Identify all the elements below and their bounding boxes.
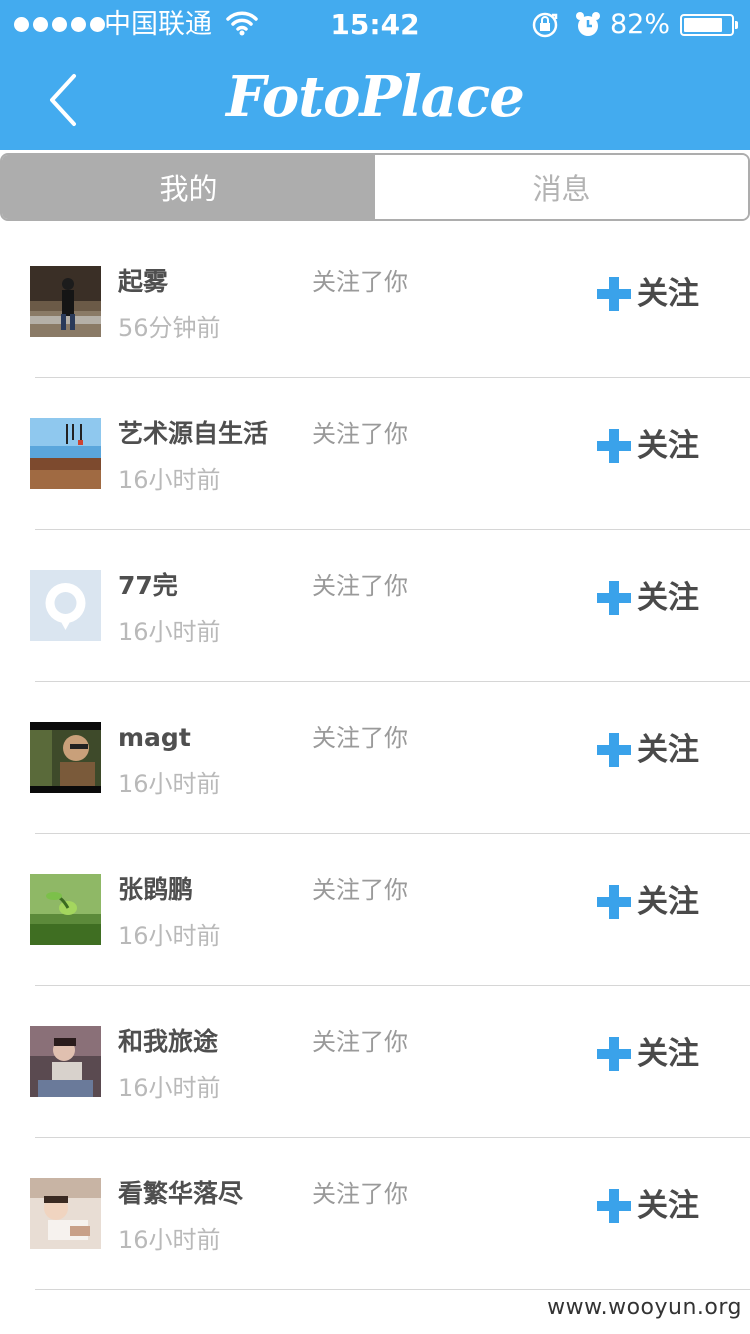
avatar[interactable]	[30, 722, 101, 793]
battery-percent: 82%	[610, 9, 671, 40]
tab-messages[interactable]: 消息	[375, 155, 748, 219]
follow-button[interactable]: 关注	[597, 1034, 699, 1074]
plus-icon	[597, 277, 631, 311]
user-name[interactable]: 张鹍鹏	[118, 872, 193, 908]
follow-button[interactable]: 关注	[597, 274, 699, 314]
follow-label: 关注	[637, 1188, 699, 1224]
watermark: www.wooyun.org	[547, 1295, 742, 1320]
follow-button[interactable]: 关注	[597, 730, 699, 770]
action-text: 关注了你	[312, 876, 408, 904]
follow-label: 关注	[637, 428, 699, 464]
action-text: 关注了你	[312, 572, 408, 600]
list-item[interactable]: 和我旅途 16小时前 关注了你 关注	[0, 986, 750, 1138]
status-bar: 中国联通 15:42 82%	[0, 0, 750, 50]
time-ago: 16小时前	[118, 618, 221, 646]
follow-button[interactable]: 关注	[597, 882, 699, 922]
time-ago: 16小时前	[118, 770, 221, 798]
user-name[interactable]: magt	[118, 720, 191, 756]
time-ago: 16小时前	[118, 1074, 221, 1102]
action-text: 关注了你	[312, 724, 408, 752]
follow-label: 关注	[637, 276, 699, 312]
plus-icon	[597, 581, 631, 615]
follow-label: 关注	[637, 884, 699, 920]
time-ago: 56分钟前	[118, 314, 221, 342]
list-item[interactable]: 起雾 56分钟前 关注了你 关注	[0, 226, 750, 378]
avatar[interactable]	[30, 874, 101, 945]
follow-label: 关注	[637, 580, 699, 616]
time-ago: 16小时前	[118, 922, 221, 950]
follow-label: 关注	[637, 732, 699, 768]
action-text: 关注了你	[312, 268, 408, 296]
user-name[interactable]: 77完	[118, 568, 178, 604]
avatar[interactable]	[30, 1178, 101, 1249]
list-item[interactable]: 看繁华落尽 16小时前 关注了你 关注	[0, 1138, 750, 1290]
tab-mine[interactable]: 我的	[2, 155, 375, 219]
follow-button[interactable]: 关注	[597, 578, 699, 618]
plus-icon	[597, 429, 631, 463]
rotation-lock-icon	[530, 11, 560, 43]
plus-icon	[597, 885, 631, 919]
plus-icon	[597, 733, 631, 767]
plus-icon	[597, 1037, 631, 1071]
list-item[interactable]: 艺术源自生活 16小时前 关注了你 关注	[0, 378, 750, 530]
avatar[interactable]	[30, 418, 101, 489]
list-item[interactable]: magt 16小时前 关注了你 关注	[0, 682, 750, 834]
follow-label: 关注	[637, 1036, 699, 1072]
follower-list: 起雾 56分钟前 关注了你 关注 艺术源自生活 16小时前 关注了你 关注 77…	[0, 226, 750, 1290]
list-item[interactable]: 张鹍鹏 16小时前 关注了你 关注	[0, 834, 750, 986]
list-item[interactable]: 77完 16小时前 关注了你 关注	[0, 530, 750, 682]
plus-icon	[597, 1189, 631, 1223]
action-text: 关注了你	[312, 1028, 408, 1056]
user-name[interactable]: 看繁华落尽	[118, 1176, 243, 1212]
alarm-icon	[574, 11, 602, 43]
app-logo: FotoPlace	[226, 64, 525, 130]
avatar[interactable]	[30, 1026, 101, 1097]
follow-button[interactable]: 关注	[597, 1186, 699, 1226]
follow-button[interactable]: 关注	[597, 426, 699, 466]
time-ago: 16小时前	[118, 1226, 221, 1254]
avatar[interactable]	[30, 570, 101, 641]
action-text: 关注了你	[312, 420, 408, 448]
time-ago: 16小时前	[118, 466, 221, 494]
user-name[interactable]: 和我旅途	[118, 1024, 218, 1060]
avatar[interactable]	[30, 266, 101, 337]
user-name[interactable]: 起雾	[118, 264, 168, 300]
default-avatar-icon	[30, 570, 101, 641]
action-text: 关注了你	[312, 1180, 408, 1208]
battery-icon	[680, 14, 738, 36]
user-name[interactable]: 艺术源自生活	[118, 416, 268, 452]
segmented-tabs: 我的 消息	[0, 153, 750, 221]
app-header: 中国联通 15:42 82% FotoPlace	[0, 0, 750, 150]
